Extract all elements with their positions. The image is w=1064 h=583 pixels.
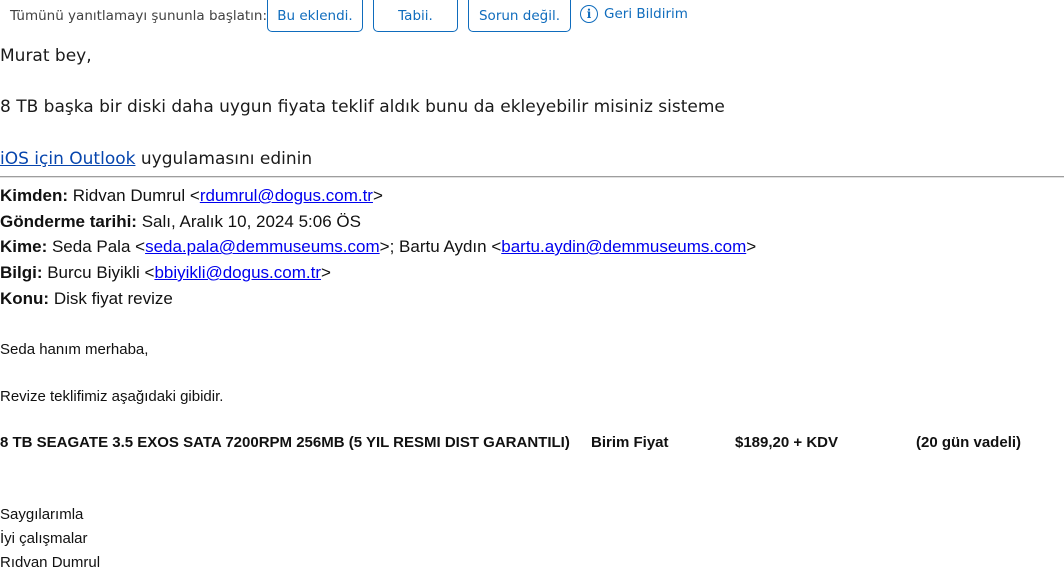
offer-product: 8 TB SEAGATE 3.5 EXOS SATA 7200RPM 256MB… bbox=[0, 434, 570, 451]
forward-sent-line: Gönderme tarihi: Salı, Aralık 10, 2024 5… bbox=[0, 212, 361, 232]
offer-line: 8 TB SEAGATE 3.5 EXOS SATA 7200RPM 256MB… bbox=[0, 434, 1064, 454]
email-reading-pane: Tümünü yanıtlamayı şununla başlatın: Bu … bbox=[0, 0, 1064, 583]
offer-price: $189,20 + KDV bbox=[735, 434, 838, 451]
subject-label: Konu: bbox=[0, 289, 50, 308]
suggested-reply-chip-2[interactable]: Tabii. bbox=[373, 0, 458, 32]
feedback-label: Geri Bildirim bbox=[604, 6, 688, 22]
quoted-intro: Revize teklifimiz aşağıdaki gibidir. bbox=[0, 388, 224, 405]
cc-email-link[interactable]: bbiyikli@dogus.com.tr bbox=[154, 263, 321, 282]
from-label: Kimden: bbox=[0, 186, 68, 205]
forward-cc-line: Bilgi: Burcu Biyikli <bbiyikli@dogus.com… bbox=[0, 263, 331, 283]
mobile-signature-text: uygulamasını edinin bbox=[135, 149, 313, 169]
message-greeting: Murat bey, bbox=[0, 46, 92, 66]
suggested-reply-chip-3[interactable]: Sorun değil. bbox=[468, 0, 571, 32]
forward-to-line: Kime: Seda Pala <seda.pala@demmuseums.co… bbox=[0, 237, 756, 257]
quoted-greeting: Seda hanım merhaba, bbox=[0, 341, 149, 358]
info-icon: i bbox=[580, 5, 598, 23]
to-separator: >; Bartu Aydın < bbox=[379, 237, 502, 256]
sent-value: Salı, Aralık 10, 2024 5:06 ÖS bbox=[136, 212, 361, 231]
forward-from-line: Kimden: Ridvan Dumrul <rdumrul@dogus.com… bbox=[0, 186, 383, 206]
offer-price-label: Birim Fiyat bbox=[591, 434, 669, 451]
offer-terms: (20 gün vadeli) bbox=[916, 434, 1022, 451]
cc-name: Burcu Biyikli < bbox=[42, 263, 155, 282]
suggested-replies-bar: Tümünü yanıtlamayı şununla başlatın: Bu … bbox=[0, 0, 1064, 32]
closing-line-1: Saygılarımla bbox=[0, 506, 84, 523]
from-close: > bbox=[372, 186, 383, 205]
to-email-link-2[interactable]: bartu.aydin@demmuseums.com bbox=[501, 237, 746, 256]
subject-value: Disk fiyat revize bbox=[49, 289, 173, 308]
to-label: Kime: bbox=[0, 237, 48, 256]
from-email-link[interactable]: rdumrul@dogus.com.tr bbox=[200, 186, 373, 205]
quote-divider bbox=[0, 176, 1064, 178]
feedback-button[interactable]: i Geri Bildirim bbox=[580, 3, 688, 25]
suggested-replies-prompt: Tümünü yanıtlamayı şununla başlatın: bbox=[10, 8, 268, 24]
from-name: Ridvan Dumrul < bbox=[68, 186, 200, 205]
mobile-signature: iOS için Outlook uygulamasını edinin bbox=[0, 149, 312, 169]
to-close: > bbox=[746, 237, 757, 256]
sent-label: Gönderme tarihi: bbox=[0, 212, 137, 231]
cc-label: Bilgi: bbox=[0, 263, 43, 282]
suggested-reply-chip-1[interactable]: Bu eklendi. bbox=[267, 0, 363, 32]
closing-signature-name: Rıdvan Dumrul bbox=[0, 554, 101, 571]
outlook-ios-link[interactable]: iOS için Outlook bbox=[0, 149, 135, 169]
forward-subject-line: Konu: Disk fiyat revize bbox=[0, 289, 173, 309]
message-body: 8 TB başka bir diski daha uygun fiyata t… bbox=[0, 97, 725, 117]
to-email-link-1[interactable]: seda.pala@demmuseums.com bbox=[145, 237, 380, 256]
cc-close: > bbox=[321, 263, 331, 282]
to-name-1: Seda Pala < bbox=[47, 237, 146, 256]
closing-line-2: İyi çalışmalar bbox=[0, 530, 88, 547]
